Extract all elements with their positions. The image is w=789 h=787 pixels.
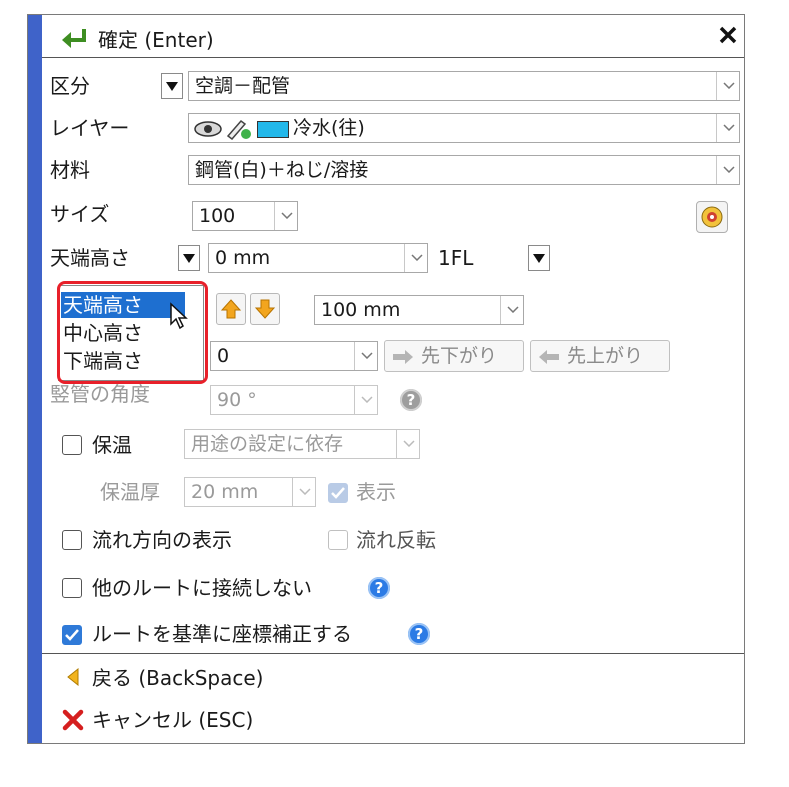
slope-down-button[interactable]: 先下がり [384, 340, 524, 372]
slope-up-label: 先上がり [567, 345, 644, 367]
height-reference-toggle[interactable] [528, 245, 550, 271]
close-icon [719, 26, 737, 44]
vertical-angle-label: 竪管の角度 [50, 382, 150, 406]
layer-value: 冷水(往) [293, 117, 365, 139]
flow-direction-label: 流れ方向の表示 [92, 528, 232, 552]
checkmark-icon [331, 487, 345, 499]
chevron-down-icon [404, 244, 427, 272]
insulation-thickness-select[interactable]: 20 mm [184, 477, 316, 507]
size-palette-button[interactable] [696, 201, 728, 233]
confirm-button[interactable]: 確定 (Enter) [60, 25, 320, 55]
material-value: 鋼管(白)＋ねじ/溶接 [195, 159, 369, 181]
height-mode-toggle[interactable] [178, 245, 200, 271]
arrow-up-icon [220, 299, 242, 319]
layer-label: レイヤー [50, 116, 130, 140]
vertical-angle-select[interactable]: 90 ° [210, 385, 378, 415]
chevron-down-icon [354, 342, 377, 370]
insulation-thickness-value: 20 mm [191, 481, 259, 503]
back-label: 戻る (BackSpace) [92, 666, 264, 690]
arrow-down-icon [254, 299, 276, 319]
slope-down-label: 先下がり [421, 345, 498, 367]
insulation-mode-select[interactable]: 用途の設定に依存 [184, 429, 420, 459]
route-settings-panel: 確定 (Enter) 区分 空調－配管 レイヤー 冷水(往) 材料 鋼管(白)＋… [27, 14, 745, 744]
insulation-display-checkbox[interactable] [328, 483, 348, 503]
flow-reverse-label: 流れ反転 [356, 528, 436, 552]
kubun-value: 空調－配管 [195, 75, 291, 97]
triangle-down-icon [183, 254, 195, 263]
kubun-filter-toggle[interactable] [161, 73, 183, 99]
material-label: 材料 [50, 158, 90, 182]
kubun-select[interactable]: 空調－配管 [188, 71, 740, 101]
chevron-down-icon [716, 72, 739, 100]
slope-input[interactable]: 0 [210, 341, 378, 371]
no-connect-label: 他のルートに接続しない [92, 576, 312, 600]
height-input[interactable]: 0 mm [208, 243, 428, 273]
help-icon[interactable]: ? [400, 389, 422, 411]
back-button[interactable]: 戻る (BackSpace) [62, 663, 322, 693]
visibility-eye-icon [194, 121, 222, 137]
cancel-x-icon [62, 709, 84, 731]
step-value: 100 mm [321, 299, 401, 321]
kubun-label: 区分 [50, 74, 90, 98]
route-correct-checkbox[interactable] [62, 625, 82, 645]
step-input[interactable]: 100 mm [314, 295, 524, 325]
chevron-down-icon [500, 296, 523, 324]
size-label: サイズ [50, 202, 110, 226]
raise-height-button[interactable] [216, 293, 246, 325]
flow-direction-checkbox[interactable] [62, 530, 82, 550]
help-icon[interactable]: ? [368, 577, 390, 599]
lower-height-button[interactable] [250, 293, 280, 325]
panel-accent-bar [28, 15, 42, 743]
insulation-display-label: 表示 [356, 480, 396, 504]
material-select[interactable]: 鋼管(白)＋ねじ/溶接 [188, 155, 740, 185]
edit-pen-icon [226, 119, 251, 140]
layer-color-swatch [257, 121, 289, 138]
footer-divider [42, 653, 744, 654]
cancel-button[interactable]: キャンセル (ESC) [62, 705, 322, 735]
triangle-down-icon [533, 254, 545, 263]
chevron-down-icon [396, 430, 419, 458]
confirm-label: 確定 (Enter) [98, 28, 214, 52]
chevron-down-icon [716, 114, 739, 142]
header-divider [42, 57, 744, 58]
slope-value: 0 [217, 345, 230, 367]
back-arrow-icon [67, 668, 79, 686]
insulation-label: 保温 [92, 433, 132, 457]
chevron-down-icon [292, 478, 315, 506]
height-label: 天端高さ [50, 246, 130, 270]
height-reference: 1FL [438, 246, 474, 270]
close-button[interactable] [716, 21, 740, 47]
insulation-checkbox[interactable] [62, 435, 82, 455]
slope-up-icon [539, 350, 559, 364]
palette-icon [701, 206, 723, 228]
flow-reverse-checkbox[interactable] [328, 530, 348, 550]
slope-down-icon [393, 350, 413, 364]
size-select[interactable]: 100 [192, 201, 298, 231]
cancel-label: キャンセル (ESC) [92, 708, 254, 732]
highlight-frame [57, 281, 208, 384]
route-correct-label: ルートを基準に座標補正する [92, 622, 352, 646]
no-connect-checkbox[interactable] [62, 578, 82, 598]
checkmark-icon [65, 629, 79, 641]
chevron-down-icon [274, 202, 297, 230]
help-icon[interactable]: ? [408, 623, 430, 645]
chevron-down-icon [354, 386, 377, 414]
confirm-arrow-icon [62, 29, 86, 48]
slope-up-button[interactable]: 先上がり [530, 340, 670, 372]
vertical-angle-value: 90 ° [217, 389, 257, 411]
insulation-mode-value: 用途の設定に依存 [191, 433, 344, 455]
height-value: 0 mm [215, 247, 271, 269]
chevron-down-icon [716, 156, 739, 184]
insulation-thickness-label: 保温厚 [100, 480, 160, 504]
triangle-down-icon [166, 82, 178, 91]
size-value: 100 [199, 205, 236, 227]
layer-select[interactable]: 冷水(往) [188, 113, 740, 143]
